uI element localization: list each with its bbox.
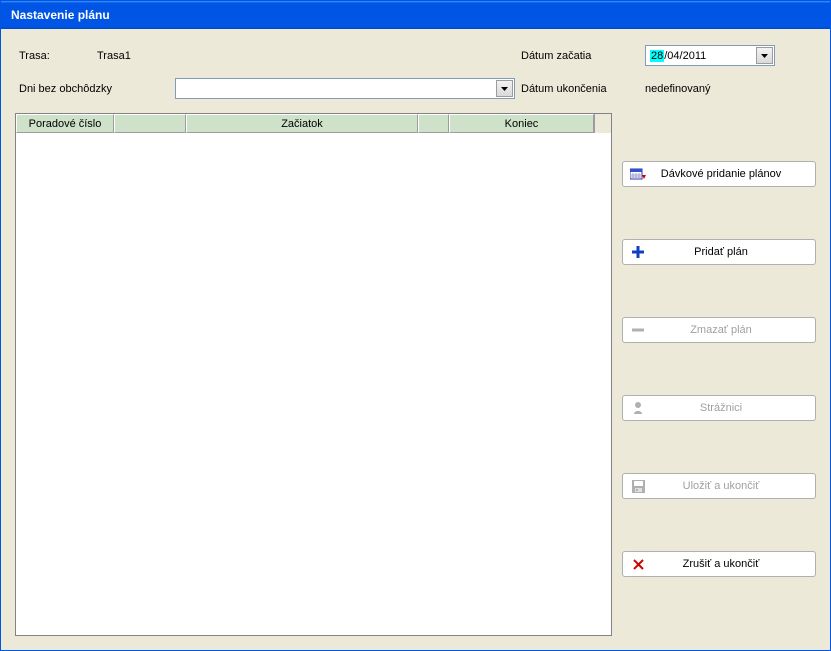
add-plan-button[interactable]: Pridať plán	[622, 239, 816, 265]
cancel-exit-button[interactable]: Zrušiť a ukončiť	[622, 551, 816, 577]
datum-zaciatia-label: Dátum začatia	[521, 50, 645, 62]
guard-icon	[629, 399, 647, 417]
batch-add-button[interactable]: Dávkové pridanie plánov	[622, 161, 816, 187]
trasa-label: Trasa:	[19, 50, 97, 62]
table-header: Poradové číslo Začiatok Koniec	[16, 114, 611, 133]
datum-zaciatia-input[interactable]: 28/04/2011	[645, 45, 775, 66]
plus-icon	[629, 243, 647, 261]
date-dropdown-button[interactable]	[756, 47, 773, 64]
content-area: Trasa: Trasa1 Dátum začatia 28/04/2011 D…	[1, 29, 830, 650]
minus-icon	[629, 321, 647, 339]
batch-add-label: Dávkové pridanie plánov	[657, 168, 815, 180]
chevron-down-icon	[761, 54, 768, 58]
chevron-down-icon	[501, 87, 508, 91]
window-title: Nastavenie plánu	[11, 8, 110, 22]
form-row-top: Trasa: Trasa1 Dátum začatia 28/04/2011	[19, 45, 812, 66]
guards-label: Strážnici	[657, 402, 815, 414]
delete-plan-button: Zmazať plán	[622, 317, 816, 343]
save-icon	[629, 477, 647, 495]
save-exit-button: Uložiť a ukončiť	[622, 473, 816, 499]
datum-ukoncenia-value: nedefinovaný	[645, 83, 775, 95]
cancel-exit-label: Zrušiť a ukončiť	[657, 558, 815, 570]
delete-plan-label: Zmazať plán	[657, 324, 815, 336]
col-end[interactable]: Koniec	[449, 114, 594, 133]
col-start[interactable]: Začiatok	[186, 114, 418, 133]
dni-dropdown-button[interactable]	[496, 80, 513, 97]
dni-label: Dni bez obchôdzky	[19, 83, 175, 95]
date-rest: /04/2011	[664, 50, 706, 62]
date-day-selected: 28	[650, 50, 664, 62]
form-area: Trasa: Trasa1 Dátum začatia 28/04/2011 D…	[15, 39, 816, 113]
save-exit-label: Uložiť a ukončiť	[657, 480, 815, 492]
dni-combo[interactable]	[175, 78, 515, 99]
main-area: Poradové číslo Začiatok Koniec	[15, 113, 816, 636]
close-icon	[629, 555, 647, 573]
calendar-batch-icon	[629, 165, 647, 183]
col-blank[interactable]	[114, 114, 186, 133]
col-blank2[interactable]	[418, 114, 449, 133]
col-scroll-gap	[594, 114, 611, 133]
plans-table[interactable]: Poradové číslo Začiatok Koniec	[15, 113, 612, 636]
datum-ukoncenia-label: Dátum ukončenia	[521, 83, 645, 95]
guards-button: Strážnici	[622, 395, 816, 421]
add-plan-label: Pridať plán	[657, 246, 815, 258]
table-body[interactable]	[16, 133, 611, 635]
window-titlebar: Nastavenie plánu	[1, 1, 830, 29]
action-sidebar: Dávkové pridanie plánov Pridať plán	[622, 113, 816, 636]
date-value: 28/04/2011	[650, 50, 706, 62]
form-row-bottom: Dni bez obchôdzky Dátum ukončenia nedefi…	[19, 78, 812, 99]
trasa-value: Trasa1	[97, 50, 175, 62]
col-seq[interactable]: Poradové číslo	[16, 114, 114, 133]
